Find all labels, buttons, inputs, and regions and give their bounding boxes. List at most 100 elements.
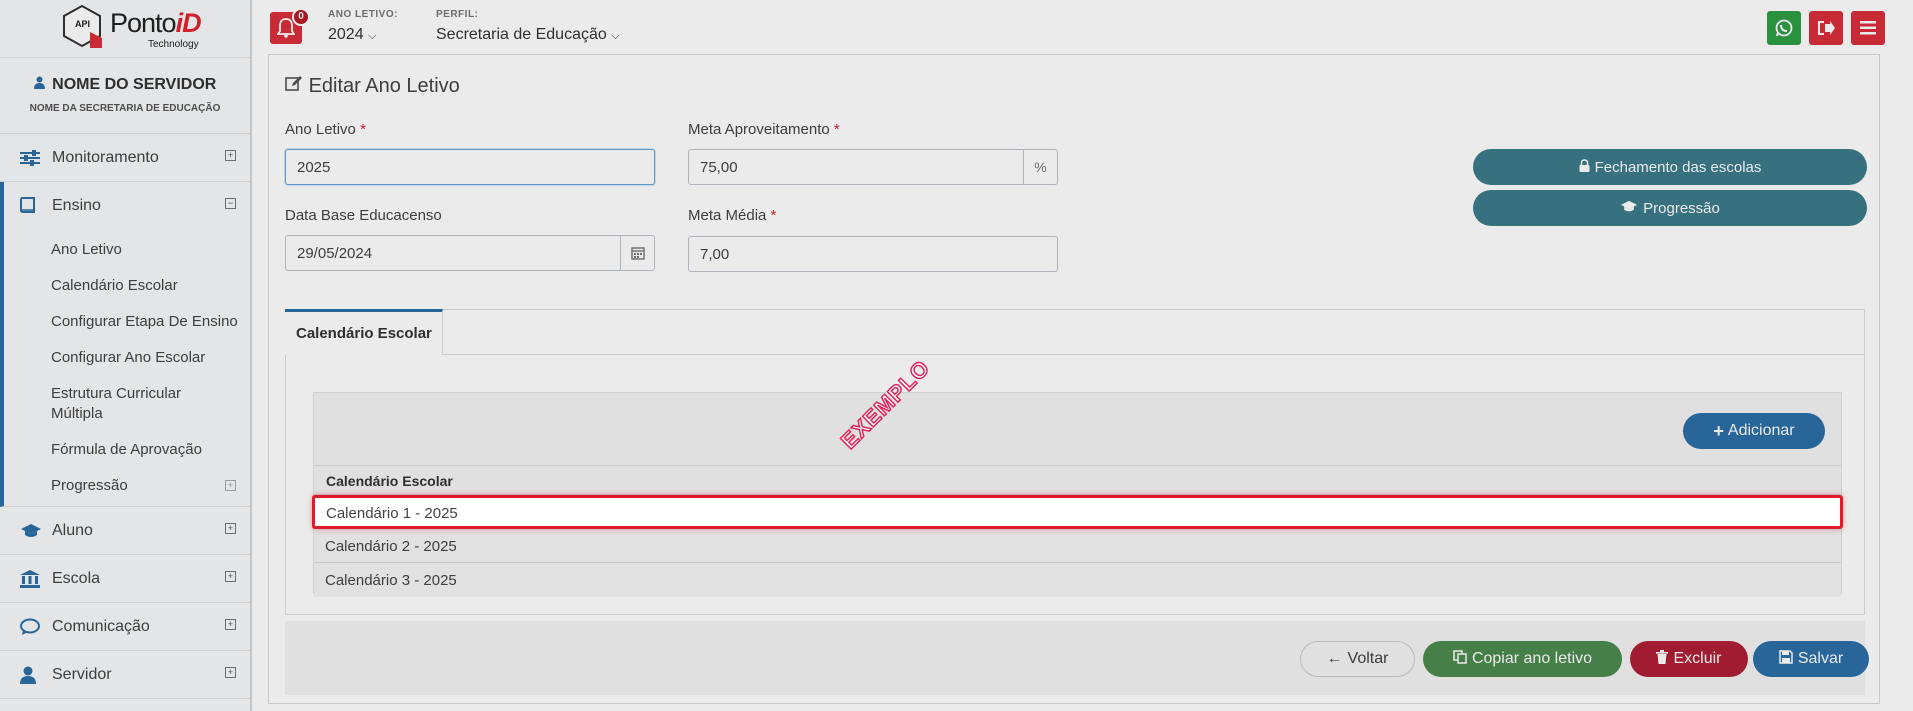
expand-icon[interactable]: + xyxy=(225,619,236,630)
copiar-ano-letivo-button[interactable]: Copiar ano letivo xyxy=(1423,641,1622,677)
submenu-ano-letivo[interactable]: Ano Letivo xyxy=(4,240,250,260)
calendar-list-box: + Adicionar Calendário Escolar Calendári… xyxy=(312,392,1843,597)
tab-strip: Calendário Escolar xyxy=(285,309,1864,355)
expand-icon[interactable]: + xyxy=(225,150,236,161)
graduation-cap-icon xyxy=(20,523,52,539)
user-name-row: NOME DO SERVIDOR xyxy=(0,76,250,94)
user-box: NOME DO SERVIDOR NOME DA SECRETARIA DE E… xyxy=(0,58,250,134)
fechamento-label: Fechamento das escolas xyxy=(1594,158,1762,176)
table-row[interactable]: Calendário 2 - 2025 xyxy=(314,529,1841,563)
sidebar-item-ensino[interactable]: Ensino − xyxy=(0,182,250,230)
form-footer: ← Voltar Copiar ano letivo Excluir Salva… xyxy=(285,621,1869,695)
sign-out-icon xyxy=(1818,21,1835,35)
sidebar-item-label: Escola xyxy=(52,569,101,587)
label-text: Meta Aproveitamento xyxy=(688,121,830,138)
voltar-label: Voltar xyxy=(1347,650,1389,667)
sidebar-item-escola[interactable]: Escola + xyxy=(0,555,250,603)
excluir-button[interactable]: Excluir xyxy=(1630,641,1748,677)
table-header: Calendário Escolar xyxy=(314,465,1841,495)
logo-sub: Technology xyxy=(148,39,199,50)
logo-brand-a: Ponto xyxy=(110,8,177,38)
copiar-label: Copiar ano letivo xyxy=(1471,650,1593,667)
submenu-configurar-etapa[interactable]: Configurar Etapa De Ensino xyxy=(4,312,250,332)
tab-calendario-escolar[interactable]: Calendário Escolar xyxy=(285,309,443,355)
sidebar-item-label: Servidor xyxy=(52,665,112,683)
data-base-input[interactable]: 29/05/2024 xyxy=(285,235,655,271)
ano-letivo-label: ANO LETIVO: xyxy=(328,9,398,20)
submenu-estrutura-curricular[interactable]: Estrutura Curricular Múltipla xyxy=(4,384,250,424)
logo-badge: API xyxy=(75,19,91,29)
submenu-progressao[interactable]: Progressão + xyxy=(4,476,250,496)
floppy-icon xyxy=(1779,649,1793,669)
page-title-text: Editar Ano Letivo xyxy=(308,75,460,97)
user-icon xyxy=(20,666,52,684)
data-base-field-label: Data Base Educacenso xyxy=(285,207,442,224)
edit-icon xyxy=(285,75,309,97)
expand-icon[interactable]: + xyxy=(225,523,236,534)
menu-button[interactable] xyxy=(1851,11,1885,45)
ano-letivo-field-label: Ano Letivo * xyxy=(285,121,366,138)
sliders-icon xyxy=(20,149,52,166)
submenu-progressao-label: Progressão xyxy=(51,477,128,494)
logo-text: PontoiD xyxy=(110,8,202,39)
sidebar-item-label: Aluno xyxy=(52,521,93,539)
book-icon xyxy=(20,197,52,215)
sidebar: API PontoiD Technology NOME DO SERVIDOR … xyxy=(0,0,252,711)
page-title: Editar Ano Letivo xyxy=(285,75,460,98)
logo[interactable]: API PontoiD Technology xyxy=(0,0,250,58)
perfil-select[interactable]: PERFIL: Secretaria de Educação ⌵ xyxy=(436,9,620,44)
lock-icon xyxy=(1579,158,1590,176)
copy-icon xyxy=(1453,649,1467,669)
excluir-label: Excluir xyxy=(1673,650,1722,667)
trash-icon xyxy=(1656,649,1669,669)
expand-icon[interactable]: + xyxy=(225,667,236,678)
graduation-cap-icon xyxy=(1620,200,1638,217)
expand-icon[interactable]: + xyxy=(225,571,236,582)
collapse-icon[interactable]: − xyxy=(225,198,236,209)
meta-media-field-label: Meta Média * xyxy=(688,207,776,224)
submenu-calendario-escolar[interactable]: Calendário Escolar xyxy=(4,276,250,296)
meta-aproveitamento-input[interactable]: 75,00 % xyxy=(688,149,1058,185)
progressao-button[interactable]: Progressão xyxy=(1473,190,1867,226)
chat-bubble-icon xyxy=(20,618,52,636)
required-mark: * xyxy=(770,207,777,224)
sidebar-item-aluno[interactable]: Aluno + xyxy=(0,507,250,555)
submenu-configurar-ano[interactable]: Configurar Ano Escolar xyxy=(4,348,250,368)
sidebar-item-monitoramento[interactable]: Monitoramento + xyxy=(0,134,250,182)
sidebar-item-label: Ensino xyxy=(52,197,101,214)
ensino-submenu: Ano Letivo Calendário Escolar Configurar… xyxy=(0,230,250,507)
notifications-badge: 0 xyxy=(292,8,310,26)
label-text: Ano Letivo xyxy=(285,121,356,138)
sidebar-item-comunicacao[interactable]: Comunicação + xyxy=(0,603,250,651)
plus-icon: + xyxy=(1713,420,1724,441)
voltar-button[interactable]: ← Voltar xyxy=(1300,641,1415,677)
topbar: 0 ANO LETIVO: 2024 ⌵ PERFIL: Secretaria … xyxy=(252,0,1913,54)
salvar-label: Salvar xyxy=(1797,650,1844,667)
arrow-left-icon: ← xyxy=(1326,650,1343,667)
expand-icon[interactable]: + xyxy=(225,480,236,491)
sidebar-item-servidor[interactable]: Servidor + xyxy=(0,651,250,699)
fechamento-escolas-button[interactable]: Fechamento das escolas xyxy=(1473,149,1867,185)
meta-aproveitamento-field-label: Meta Aproveitamento * xyxy=(688,121,840,138)
ano-letivo-value-row: 2024 ⌵ xyxy=(328,26,398,44)
tab-container: Calendário Escolar + Adicionar Calendári… xyxy=(285,309,1865,615)
whatsapp-button[interactable] xyxy=(1767,11,1801,45)
meta-media-input[interactable]: 7,00 xyxy=(688,236,1058,272)
ano-letivo-value: 2024 xyxy=(328,26,364,43)
calendar-icon[interactable] xyxy=(620,236,654,270)
table-row[interactable]: Calendário 3 - 2025 xyxy=(314,563,1841,597)
ano-letivo-select[interactable]: ANO LETIVO: 2024 ⌵ xyxy=(328,9,398,44)
salvar-button[interactable]: Salvar xyxy=(1753,641,1869,677)
hamburger-icon xyxy=(1860,21,1876,35)
percent-addon: % xyxy=(1023,150,1057,184)
meta-aproveitamento-value: 75,00 xyxy=(700,159,738,176)
logout-button[interactable] xyxy=(1809,11,1843,45)
whatsapp-icon xyxy=(1775,19,1793,37)
table-row[interactable]: Calendário 1 - 2025 xyxy=(312,495,1843,529)
adicionar-button[interactable]: + Adicionar xyxy=(1683,413,1825,449)
bank-icon xyxy=(20,569,52,588)
user-secretaria: NOME DA SECRETARIA DE EDUCAÇÃO xyxy=(29,103,221,114)
submenu-formula-aprovacao[interactable]: Fórmula de Aprovação xyxy=(4,440,250,460)
logo-brand-b: iD xyxy=(175,8,202,38)
ano-letivo-input[interactable]: 2025 xyxy=(285,149,655,185)
